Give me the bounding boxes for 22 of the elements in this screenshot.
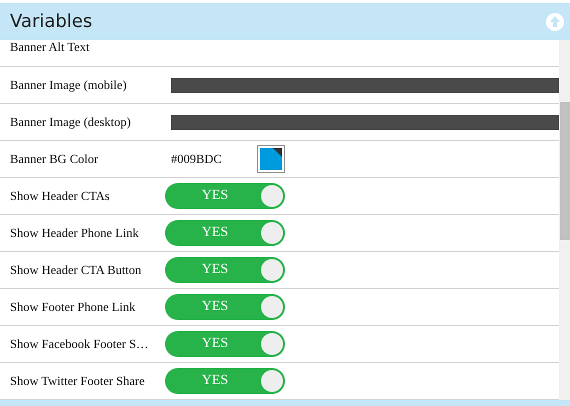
field-label: Show Facebook Footer S… — [9, 336, 150, 352]
field-label: Show Twitter Footer Share — [9, 374, 146, 388]
field-label: Banner Image (mobile) — [9, 78, 128, 92]
field-label: Banner Alt Text — [9, 40, 90, 55]
toggle-switch[interactable]: YES — [165, 183, 285, 209]
toggle-switch[interactable]: YES — [165, 294, 285, 320]
panel-title: Variables — [10, 11, 92, 32]
field-label: Banner Image (desktop) — [9, 114, 132, 130]
field-label: Show Header CTA Button — [9, 262, 142, 278]
image-field[interactable] — [171, 114, 559, 130]
field-label: Show Header CTAs — [9, 188, 111, 204]
image-field[interactable] — [171, 78, 559, 92]
field-label: Banner BG Color — [9, 152, 100, 166]
toggle-switch[interactable]: YES — [165, 331, 285, 357]
field-label: Show Header Phone Link — [9, 226, 140, 240]
scrollbar[interactable] — [559, 40, 570, 400]
toggle-switch[interactable]: YES — [165, 257, 285, 283]
color-value: #009BDC — [171, 152, 223, 166]
toggle-switch[interactable]: YES — [165, 368, 285, 394]
color-swatch[interactable] — [257, 145, 285, 173]
toggle-switch[interactable]: YES — [165, 220, 285, 246]
field-label: Show Footer Phone Link — [9, 300, 136, 314]
